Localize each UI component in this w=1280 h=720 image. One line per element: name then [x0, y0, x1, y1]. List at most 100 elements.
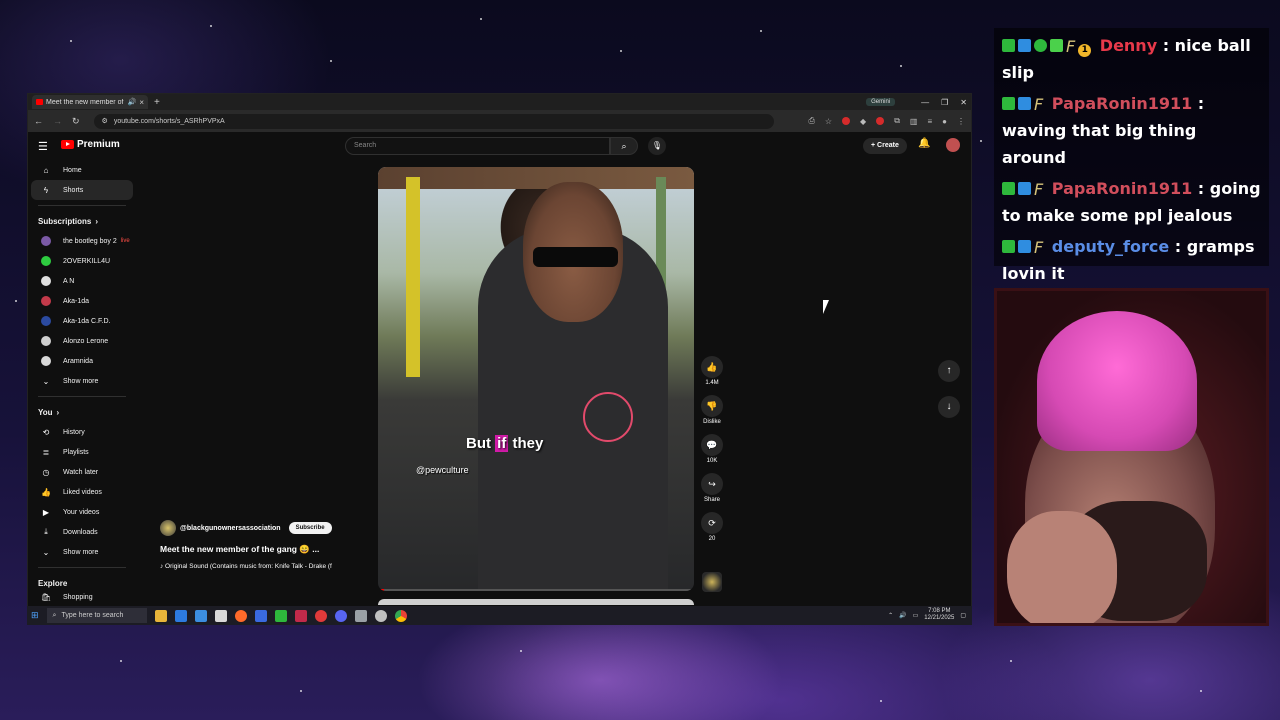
- comments-button[interactable]: 💬: [701, 434, 723, 456]
- tray-chevron-icon[interactable]: ⌃: [888, 612, 893, 619]
- sidebar-subscription-item[interactable]: 2OVERKILL4U: [31, 251, 133, 271]
- remix-button[interactable]: ⟳: [701, 512, 723, 534]
- firefox-icon[interactable]: [234, 609, 247, 622]
- back-icon[interactable]: ←: [34, 116, 43, 126]
- sidebar-item-history[interactable]: ⟲ History: [31, 422, 133, 442]
- extension-2-icon[interactable]: ◆: [860, 117, 866, 126]
- search-input[interactable]: Search: [345, 137, 610, 155]
- kick-badge-icon: [1002, 39, 1015, 52]
- extensions-puzzle-icon[interactable]: ⧉: [894, 116, 900, 126]
- tab-close-icon[interactable]: ×: [139, 98, 144, 107]
- app-icon[interactable]: [254, 609, 267, 622]
- sidebar-item-label: Show more: [63, 377, 99, 385]
- show-more-subscriptions[interactable]: ⌄ Show more: [31, 371, 133, 391]
- sidebar-subscription-item[interactable]: A N: [31, 271, 133, 291]
- profile-icon[interactable]: ●: [942, 117, 947, 126]
- video-meta: @blackgunownersassociation Subscribe Mee…: [160, 520, 380, 570]
- sidebar-item-downloads[interactable]: ⤓ Downloads: [31, 522, 133, 542]
- sound-info[interactable]: ♪ Original Sound (Contains music from: K…: [160, 563, 380, 570]
- subscribe-button[interactable]: Subscribe: [288, 522, 332, 534]
- network-icon[interactable]: ▭: [913, 612, 919, 619]
- new-tab-icon[interactable]: +: [154, 97, 160, 108]
- section-title: You: [38, 407, 53, 417]
- next-short-button[interactable]: ↓: [938, 396, 960, 418]
- video-title[interactable]: Meet the new member of the gang 😄 ...: [160, 544, 380, 555]
- sidebar-item-shopping[interactable]: 🛍 Shopping: [31, 593, 133, 601]
- sidebar-item-label: Alonzo Lerone: [63, 337, 109, 345]
- extension-icon[interactable]: [842, 117, 851, 125]
- subscriptions-header[interactable]: Subscriptions ›: [28, 211, 136, 231]
- app-red-icon[interactable]: [294, 609, 307, 622]
- bookmark-star-icon[interactable]: ☆: [825, 117, 832, 126]
- sidebar-subscription-item[interactable]: the bootleg boy 2 live: [31, 231, 133, 251]
- dislike-button[interactable]: 👎: [701, 395, 723, 417]
- sidebar-subscription-item[interactable]: Aka-1da: [31, 291, 133, 311]
- hamburger-menu-icon[interactable]: ☰: [38, 140, 48, 153]
- sidebar-subscription-item[interactable]: Aramnida: [31, 351, 133, 371]
- windows-start-icon[interactable]: ⊞: [31, 610, 39, 621]
- video-progress-bar[interactable]: [378, 589, 694, 591]
- notepad-icon[interactable]: [214, 609, 227, 622]
- volume-icon[interactable]: 🔊: [899, 612, 906, 619]
- create-button[interactable]: + Create: [863, 138, 907, 154]
- sidebar-item-shorts[interactable]: ϟ Shorts: [31, 180, 133, 200]
- edge-icon[interactable]: [174, 609, 187, 622]
- you-header[interactable]: You ›: [28, 402, 136, 422]
- forward-icon[interactable]: →: [53, 116, 62, 126]
- next-short-preview[interactable]: [378, 599, 694, 605]
- reload-icon[interactable]: ↻: [72, 116, 80, 127]
- sidebar-item-watch-later[interactable]: ◷ Watch later: [31, 462, 133, 482]
- sidebar-item-liked-videos[interactable]: 👍 Liked videos: [31, 482, 133, 502]
- thumbs-up-icon: 👍: [41, 487, 51, 497]
- obs-icon[interactable]: [314, 609, 327, 622]
- microphone-icon[interactable]: 🎙: [648, 137, 666, 155]
- audio-channel-thumbnail[interactable]: [702, 572, 722, 592]
- playlists-icon: ≣: [42, 447, 50, 457]
- kick-badge-icon: [1002, 240, 1015, 253]
- previous-short-button[interactable]: ↑: [938, 360, 960, 382]
- search-icon[interactable]: ⌕: [610, 137, 638, 155]
- sidebar-item-home[interactable]: ⌂ Home: [31, 160, 133, 180]
- discord-icon[interactable]: [334, 609, 347, 622]
- browser-tab[interactable]: Meet the new member of th 🔊 ×: [32, 95, 148, 109]
- close-window-icon[interactable]: ✕: [960, 98, 967, 107]
- share-button[interactable]: ↪: [701, 473, 723, 495]
- notifications-icon[interactable]: ▢: [960, 612, 966, 619]
- sidebar-item-playlists[interactable]: ≣ Playlists: [31, 442, 133, 462]
- speaker-icon[interactable]: 🔊: [128, 98, 137, 106]
- notifications-bell-icon[interactable]: 🔔: [918, 138, 930, 149]
- file-explorer-icon[interactable]: [154, 609, 167, 622]
- channel-avatar[interactable]: [160, 520, 176, 536]
- minimize-icon[interactable]: —: [921, 98, 929, 107]
- url-field[interactable]: ⚙ youtube.com/shorts/s_ASRhPVPxA: [93, 113, 774, 129]
- tab-search-icon[interactable]: ≡: [927, 117, 932, 126]
- sidepanel-icon[interactable]: ▥: [910, 117, 918, 126]
- app-shield-icon[interactable]: [374, 609, 387, 622]
- chat-username: PapaRonin1911: [1051, 179, 1193, 198]
- restore-icon[interactable]: ❐: [941, 98, 948, 107]
- account-avatar[interactable]: [946, 138, 960, 152]
- show-more-you[interactable]: ⌄ Show more: [31, 542, 133, 562]
- chevron-down-icon: ⌄: [42, 376, 50, 386]
- store-icon[interactable]: [194, 609, 207, 622]
- browser-menu-icon[interactable]: ⋮: [957, 117, 965, 126]
- site-info-icon[interactable]: ⚙: [102, 117, 108, 125]
- shopping-bag-icon: 🛍: [41, 593, 52, 601]
- chat-username: Denny: [1099, 36, 1158, 55]
- app-grey-icon[interactable]: [354, 609, 367, 622]
- taskbar-search-input[interactable]: ⌕ Type here to search: [46, 608, 147, 623]
- extension-3-icon[interactable]: [876, 117, 885, 125]
- like-button[interactable]: 👍: [701, 356, 723, 378]
- gemini-button[interactable]: Gemini: [866, 98, 896, 106]
- sidebar-subscription-item[interactable]: Alonzo Lerone: [31, 331, 133, 351]
- youtube-logo[interactable]: Premium: [61, 139, 120, 150]
- comment-count: 10K: [706, 458, 718, 464]
- clock[interactable]: 7:08 PM 12/21/2025: [924, 608, 954, 622]
- excel-icon[interactable]: [274, 609, 287, 622]
- sidebar-subscription-item[interactable]: Aka-1da C.F.D.: [31, 311, 133, 331]
- install-icon[interactable]: ⎙: [808, 116, 814, 126]
- short-video-player[interactable]: But if they @pewculture: [378, 167, 694, 591]
- chrome-icon[interactable]: [394, 609, 407, 622]
- channel-name[interactable]: @blackgunownersassociation: [180, 525, 281, 532]
- sidebar-item-your-videos[interactable]: ▶ Your videos: [31, 502, 133, 522]
